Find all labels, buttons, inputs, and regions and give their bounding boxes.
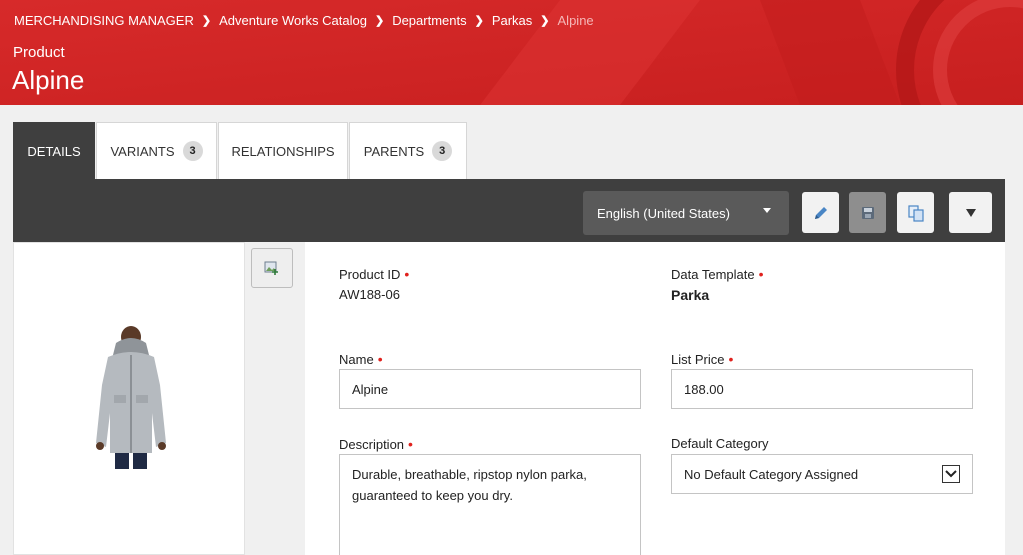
breadcrumb-parkas[interactable]: Parkas	[492, 13, 532, 28]
chevron-right-icon: ❯	[474, 15, 484, 27]
product-image-panel	[13, 242, 245, 555]
tab-label: PARENTS	[363, 143, 425, 159]
edit-button[interactable]	[802, 192, 839, 233]
field-label-text: Default Category	[671, 436, 769, 451]
tab-label: VARIANTS	[110, 143, 175, 159]
required-marker: •	[758, 266, 764, 282]
default-category-select[interactable]: No Default Category Assigned	[671, 454, 973, 494]
description-textarea[interactable]: Durable, breathable, ripstop nylon parka…	[339, 454, 641, 555]
required-marker: •	[404, 266, 410, 282]
details-panel: Product ID • AW188-06 Data Template • Park…	[13, 242, 1005, 555]
pencil-icon	[814, 206, 827, 219]
required-marker: •	[377, 351, 383, 367]
more-actions-button[interactable]	[949, 192, 992, 233]
count-badge: 3	[432, 141, 453, 161]
field-label-text: Description	[339, 437, 405, 452]
list-price-input[interactable]: 188.00	[671, 369, 973, 409]
description-textarea-value: Durable, breathable, ripstop nylon parka…	[352, 467, 587, 503]
list-price-label: List Price •	[671, 351, 733, 367]
description-label: Description •	[339, 436, 413, 452]
product-id-label: Product ID •	[339, 266, 409, 282]
app-header: MERCHANDISING MANAGER ❯ Adventure Works …	[0, 0, 1023, 105]
required-marker: •	[728, 351, 734, 367]
tab-relationships[interactable]: RELATIONSHIPS	[218, 122, 348, 179]
field-label-text: List Price	[671, 352, 725, 367]
page-title: Alpine	[12, 65, 85, 95]
breadcrumb-current: Alpine	[557, 13, 594, 28]
chevron-down-icon	[942, 465, 960, 483]
breadcrumb: MERCHANDISING MANAGER ❯ Adventure Works …	[14, 13, 594, 28]
breadcrumb-departments[interactable]: Departments	[392, 13, 466, 28]
field-label-text: Data Template	[671, 267, 755, 282]
copy-icon	[907, 204, 924, 222]
tab-label: DETAILS	[27, 143, 81, 159]
product-image	[96, 326, 166, 469]
toolbar: English (United States)	[13, 179, 1005, 242]
list-price-input-value: 188.00	[684, 381, 724, 397]
breadcrumb-catalog[interactable]: Adventure Works Catalog	[219, 13, 367, 28]
name-input-value: Alpine	[352, 381, 389, 397]
save-icon	[861, 206, 874, 219]
caret-down-icon	[763, 208, 771, 213]
language-select[interactable]: English (United States)	[583, 191, 789, 235]
breadcrumb-merchandising-manager[interactable]: MERCHANDISING MANAGER	[14, 13, 194, 28]
add-image-icon	[264, 261, 278, 275]
image-toolbar-gutter	[245, 242, 305, 555]
tab-variants[interactable]: VARIANTS 3	[96, 122, 217, 179]
copy-button[interactable]	[897, 192, 934, 233]
field-label-text: Name	[339, 352, 374, 367]
count-badge: 3	[182, 141, 203, 161]
chevron-right-icon: ❯	[374, 15, 385, 27]
name-input[interactable]: Alpine	[339, 369, 641, 409]
required-marker: •	[408, 436, 413, 452]
tab-details[interactable]: DETAILS	[13, 122, 95, 179]
tab-bar: DETAILS VARIANTS 3 RELATIONSHIPS PARENTS…	[13, 122, 468, 179]
chevron-right-icon: ❯	[201, 15, 212, 27]
data-template-value: Parka	[671, 287, 710, 303]
data-template-label: Data Template •	[671, 266, 764, 282]
name-label: Name •	[339, 351, 383, 367]
tab-parents[interactable]: PARENTS 3	[349, 122, 467, 179]
entity-type-label: Product	[13, 44, 65, 61]
save-button[interactable]	[849, 192, 886, 233]
chevron-right-icon: ❯	[540, 15, 550, 27]
field-label-text: Product ID	[339, 267, 401, 282]
language-select-value: English (United States)	[597, 205, 730, 221]
default-category-label: Default Category	[671, 436, 769, 451]
default-category-select-value: No Default Category Assigned	[684, 466, 859, 482]
add-image-button[interactable]	[251, 248, 293, 288]
tab-label: RELATIONSHIPS	[231, 143, 335, 159]
caret-down-icon	[965, 208, 976, 217]
product-id-value: AW188-06	[339, 287, 400, 302]
